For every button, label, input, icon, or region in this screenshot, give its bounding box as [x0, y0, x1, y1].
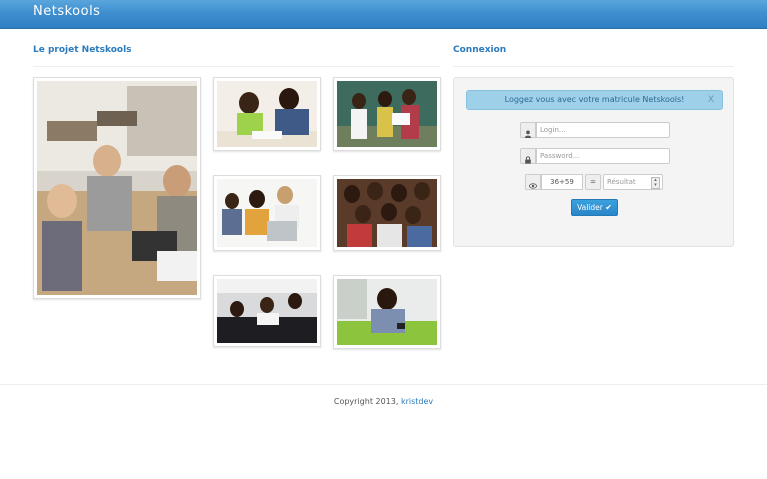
project-section-title: Le projet Netskools [33, 45, 132, 55]
equals-sign: = [585, 174, 601, 190]
gallery-image-student-phone-lawn[interactable] [333, 275, 441, 349]
password-field-group: Password... [520, 148, 670, 164]
footer: Copyright 2013, kristdev [0, 397, 767, 406]
eye-icon [525, 174, 541, 190]
divider [33, 66, 440, 67]
close-icon[interactable]: X [708, 91, 714, 109]
footer-divider [0, 384, 767, 385]
gallery-image-students-reading[interactable] [213, 77, 321, 151]
copyright-text: Copyright 2013, [333, 397, 399, 406]
top-navbar: Netskools [0, 0, 767, 29]
divider [453, 66, 734, 67]
author-link[interactable]: kristdev [401, 397, 433, 406]
login-panel: Loggez vous avec votre matricule Netskoo… [453, 77, 734, 247]
captcha-result-input[interactable]: Résultat ▴ ▾ [603, 174, 663, 190]
captcha-row: 36+59 = Résultat ▴ ▾ [525, 174, 665, 190]
login-section-title: Connexion [453, 45, 507, 55]
gallery-image-classroom-meeting[interactable] [33, 77, 201, 299]
gallery-image-students-laptop[interactable] [213, 175, 321, 251]
login-input[interactable]: Login... [536, 122, 670, 138]
gallery-image-conference-room[interactable] [213, 275, 321, 347]
lock-icon [520, 148, 536, 164]
gallery-image-student-group[interactable] [333, 175, 441, 251]
password-input[interactable]: Password... [536, 148, 670, 164]
captcha-question: 36+59 [541, 174, 583, 190]
alert-message: Loggez vous avec votre matricule Netskoo… [504, 95, 685, 104]
gallery-image-classroom-presentation[interactable] [333, 77, 441, 151]
submit-label: Valider [577, 203, 603, 212]
result-placeholder: Résultat [607, 178, 636, 186]
login-field-group: Login... [520, 122, 670, 138]
info-alert: Loggez vous avec votre matricule Netskoo… [466, 90, 723, 110]
user-icon [520, 122, 536, 138]
check-icon: ✔ [605, 203, 612, 212]
spinner-icon[interactable]: ▴ ▾ [651, 177, 660, 189]
submit-button[interactable]: Valider ✔ [571, 199, 618, 216]
brand-logo[interactable]: Netskools [33, 4, 100, 19]
